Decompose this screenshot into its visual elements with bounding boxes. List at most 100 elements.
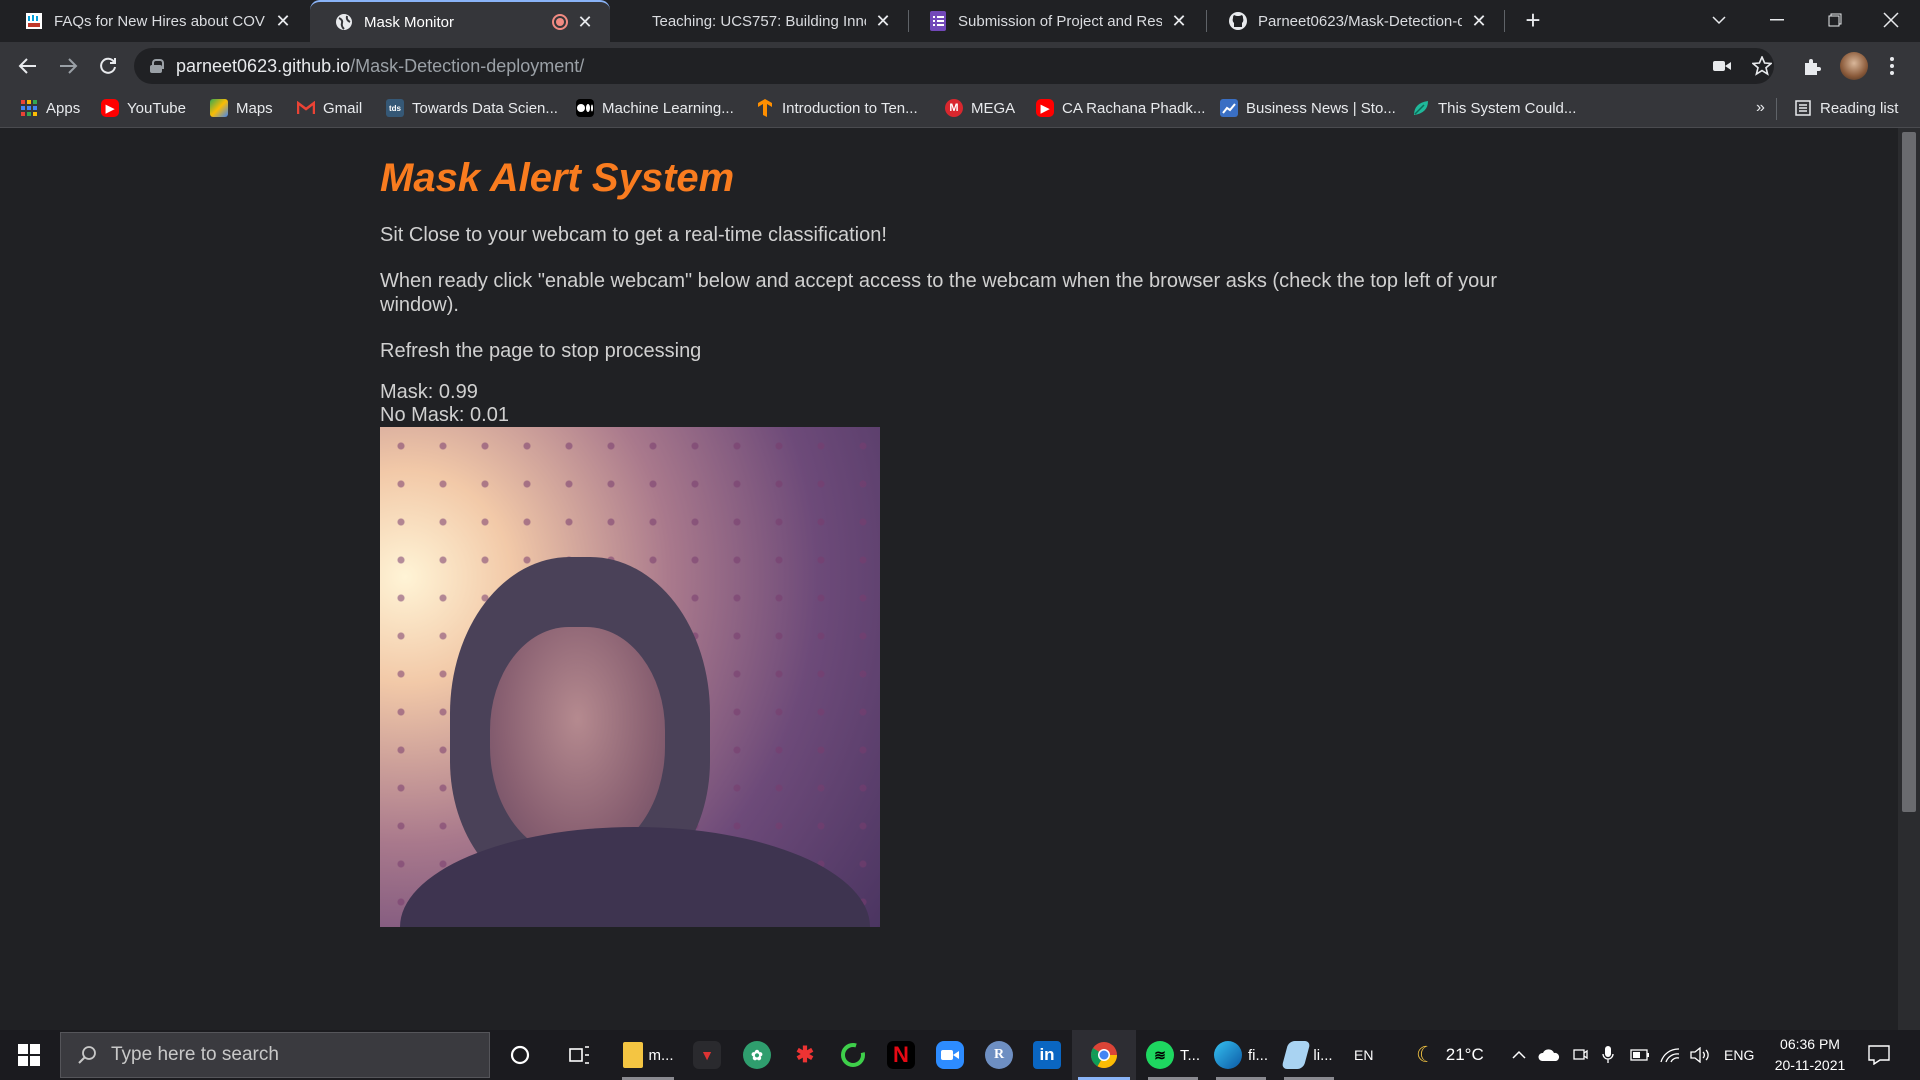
bookmark-this-system[interactable]: This System Could...	[1412, 90, 1576, 126]
address-domain: parneet0623.github.io	[176, 55, 351, 76]
bookmark-label: Towards Data Scien...	[412, 99, 558, 117]
back-icon[interactable]	[12, 50, 44, 82]
address-bar[interactable]: parneet0623.github.io/Mask-Detection-dep…	[134, 48, 1774, 84]
tab-mask-monitor[interactable]: Mask Monitor ✕	[310, 0, 610, 42]
taskbar-app-edge[interactable]: fi...	[1210, 1030, 1272, 1080]
taskbar-app-green[interactable]: ✿	[736, 1030, 778, 1080]
tensorflow-icon	[756, 99, 774, 117]
extensions-icon[interactable]	[1796, 50, 1828, 82]
prediction-no-mask: No Mask: 0.01	[380, 404, 509, 426]
taskbar-app-file-explorer[interactable]: m...	[616, 1030, 680, 1080]
bookmark-label: Gmail	[323, 99, 363, 117]
meet-now-icon[interactable]	[1572, 1030, 1588, 1080]
page-scrollbar[interactable]	[1898, 128, 1920, 1030]
menu-kebab-icon[interactable]	[1876, 50, 1908, 82]
spider-icon: ✱	[795, 1042, 815, 1067]
person-face	[490, 627, 665, 857]
battery-icon[interactable]	[1630, 1030, 1650, 1080]
instruction-refresh: Refresh the page to stop processing	[380, 340, 702, 362]
close-tab-icon[interactable]: ✕	[574, 11, 596, 33]
taskbar-app-label: T...	[1179, 1046, 1200, 1064]
profile-avatar[interactable]	[1838, 50, 1870, 82]
bookmark-maps[interactable]: Maps	[210, 90, 273, 126]
show-hidden-icons[interactable]	[1512, 1030, 1526, 1080]
page-content: Mask Alert System Sit Close to your webc…	[380, 128, 1520, 927]
taskbar-clock[interactable]: 06:36 PM 20-11-2021	[1760, 1034, 1860, 1076]
scrollbar-thumb[interactable]	[1902, 132, 1916, 812]
taskbar-search-input[interactable]: Type here to search	[60, 1032, 490, 1078]
taskbar-app-netflix[interactable]: N	[880, 1030, 922, 1080]
camera-in-use-icon[interactable]	[1706, 50, 1738, 82]
volume-icon[interactable]	[1690, 1030, 1712, 1080]
tab-faqs[interactable]: FAQs for New Hires about COVID ✕	[0, 0, 308, 42]
bookmark-ca-rachana[interactable]: ▶ CA Rachana Phadk...	[1036, 90, 1205, 126]
close-tab-icon[interactable]: ✕	[272, 10, 294, 32]
bookmark-gmail[interactable]: Gmail	[297, 90, 362, 126]
bookmarks-overflow-button[interactable]: »	[1756, 90, 1765, 126]
taskbar-app-linkedin[interactable]: in	[1026, 1030, 1068, 1080]
reload-icon[interactable]	[92, 50, 124, 82]
onedrive-icon[interactable]	[1538, 1030, 1560, 1080]
microphone-icon[interactable]	[1602, 1030, 1614, 1080]
bookmarks-bar: Apps ▶ YouTube Maps Gmail tds Towards Da…	[0, 90, 1920, 128]
tab-title: Mask Monitor	[364, 13, 455, 31]
tab-teaching[interactable]: Teaching: UCS757: Building Innov ✕	[628, 0, 908, 42]
taskbar-app-predator[interactable]: ▼	[686, 1030, 728, 1080]
recording-icon	[552, 14, 568, 30]
forms-icon	[928, 11, 948, 31]
taskbar-app-zoom[interactable]	[929, 1030, 971, 1080]
github-icon	[1228, 11, 1248, 31]
windows-start-icon[interactable]	[0, 1030, 58, 1080]
youtube-icon: ▶	[101, 99, 119, 117]
taskbar-app-r[interactable]: R	[978, 1030, 1020, 1080]
new-tab-button[interactable]: +	[1520, 7, 1546, 34]
task-view-icon[interactable]	[560, 1030, 600, 1080]
close-window-icon[interactable]	[1862, 0, 1920, 40]
taskbar-app-spider[interactable]: ✱	[784, 1030, 826, 1080]
taskbar-app-notepad[interactable]: li...	[1278, 1030, 1340, 1080]
taskbar-app-spotify[interactable]: ≋ T...	[1142, 1030, 1204, 1080]
bookmark-label: Introduction to Ten...	[782, 99, 918, 117]
minimize-icon[interactable]	[1748, 0, 1806, 40]
tab-submission[interactable]: Submission of Project and Resear ✕	[904, 0, 1204, 42]
restore-icon[interactable]	[1806, 0, 1864, 40]
wifi-icon[interactable]	[1660, 1030, 1680, 1080]
bookmark-introduction-tensorflow[interactable]: Introduction to Ten...	[756, 90, 918, 126]
weather-widget[interactable]: ☾ 21°C	[1416, 1030, 1484, 1080]
bookmark-machine-learning[interactable]: Machine Learning...	[576, 90, 734, 126]
tab-title: FAQs for New Hires about COVID	[54, 12, 266, 30]
tab-title: Submission of Project and Resear	[958, 12, 1162, 30]
mega-icon: M	[945, 99, 963, 117]
lock-icon[interactable]	[150, 59, 164, 73]
bookmark-business-news[interactable]: Business News | Sto...	[1220, 90, 1396, 126]
cortana-icon[interactable]	[500, 1030, 540, 1080]
bookmark-youtube[interactable]: ▶ YouTube	[101, 90, 186, 126]
input-language-full[interactable]: ENG	[1724, 1030, 1754, 1080]
medium-icon	[576, 99, 594, 117]
tab-github[interactable]: Parneet0623/Mask-Detection-de ✕	[1204, 0, 1504, 42]
bookmark-mega[interactable]: M MEGA	[945, 90, 1015, 126]
clock-date: 20-11-2021	[1774, 1057, 1846, 1073]
reading-list-button[interactable]: Reading list	[1794, 90, 1898, 126]
bookmark-label: MEGA	[971, 99, 1016, 117]
prediction-panel: Mask: 0.99 No Mask: 0.01	[380, 381, 1520, 427]
leaf-icon	[1412, 99, 1430, 117]
clock-time: 06:36 PM	[1780, 1036, 1840, 1052]
forward-icon[interactable]	[52, 50, 84, 82]
input-language-short[interactable]: EN	[1354, 1030, 1373, 1080]
notification-center-icon[interactable]	[1868, 1030, 1890, 1080]
bookmark-towards-data-science[interactable]: tds Towards Data Scien...	[386, 90, 558, 126]
bookmark-apps[interactable]: Apps	[20, 90, 80, 126]
tab-search-icon[interactable]	[1690, 0, 1748, 40]
taskbar-app-label: fi...	[1247, 1046, 1268, 1064]
close-tab-icon[interactable]: ✕	[1468, 10, 1490, 32]
news-icon	[1220, 99, 1238, 117]
taskbar-app-chrome[interactable]	[1072, 1030, 1136, 1080]
bookmark-label: CA Rachana Phadk...	[1062, 99, 1206, 117]
close-tab-icon[interactable]: ✕	[1168, 10, 1190, 32]
tab-separator	[1504, 10, 1505, 32]
bookmark-star-icon[interactable]	[1746, 50, 1778, 82]
globe-icon	[334, 12, 354, 32]
close-tab-icon[interactable]: ✕	[872, 10, 894, 32]
taskbar-app-ring[interactable]	[832, 1030, 874, 1080]
